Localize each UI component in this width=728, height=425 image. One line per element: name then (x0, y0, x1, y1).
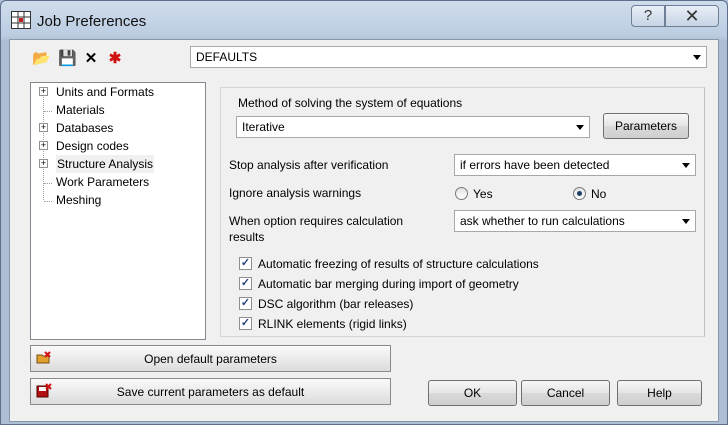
title-bar[interactable]: Job Preferences ? ✕ (1, 1, 727, 39)
save-default-label: Save current parameters as default (116, 385, 305, 399)
set-default-icon[interactable]: ✱ (106, 50, 124, 68)
auto-freezing-label: Automatic freezing of results of structu… (258, 257, 539, 271)
rlink-checkbox[interactable]: ✓ (239, 317, 252, 330)
tree-item-label: Materials (56, 103, 105, 117)
yes-radio[interactable] (455, 187, 468, 200)
save-default-button[interactable]: Save current parameters as default (30, 378, 391, 405)
stop-analysis-select[interactable]: if errors have been detected (454, 154, 696, 176)
ok-button[interactable]: OK (428, 380, 517, 406)
profile-select[interactable]: DEFAULTS (190, 46, 707, 68)
open-default-label: Open default parameters (144, 352, 277, 366)
expand-plus-icon[interactable]: + (39, 87, 48, 96)
save-disk-icon[interactable]: 💾 (58, 50, 77, 68)
tree-item-label: Work Parameters (56, 175, 150, 189)
rlink-label: RLINK elements (rigid links) (258, 317, 407, 331)
close-button[interactable]: ✕ (665, 5, 719, 27)
tree-item-label: Structure Analysis (56, 155, 155, 173)
requires-calc-select[interactable]: ask whether to run calculations (454, 210, 696, 232)
stop-analysis-value: if errors have been detected (460, 158, 610, 172)
tree-connector (44, 201, 52, 202)
job-preferences-window: Job Preferences ? ✕ 📂 💾 ✕ ✱ DEFAULTS + U… (0, 0, 728, 425)
tree-connector (44, 111, 52, 112)
parameters-button[interactable]: Parameters (603, 113, 689, 139)
window-title: Job Preferences (37, 13, 147, 30)
auto-freezing-checkbox[interactable]: ✓ (239, 257, 252, 270)
open-folder-icon[interactable]: 📂 (32, 50, 51, 68)
requires-calc-label-2: results (229, 230, 265, 244)
method-select[interactable]: Iterative (236, 116, 590, 138)
dialog-client-area: 📂 💾 ✕ ✱ DEFAULTS + Units and Formats Mat… (9, 39, 719, 422)
dsc-algorithm-checkbox[interactable]: ✓ (239, 297, 252, 310)
requires-calc-label: When option requires calculation (229, 214, 404, 228)
profile-select-value: DEFAULTS (196, 50, 258, 64)
dsc-algorithm-label: DSC algorithm (bar releases) (258, 297, 414, 311)
tree-item-label: Databases (56, 121, 114, 135)
expand-plus-icon[interactable]: + (39, 159, 48, 168)
open-default-button[interactable]: Open default parameters (30, 345, 391, 372)
bar-merging-label: Automatic bar merging during import of g… (258, 277, 519, 291)
yes-radio-label: Yes (473, 187, 493, 201)
tree-item-label: Design codes (56, 139, 129, 153)
tree-item-label: Units and Formats (56, 85, 155, 99)
no-radio[interactable] (573, 187, 586, 200)
no-radio-label: No (591, 187, 607, 201)
stop-analysis-label: Stop analysis after verification (229, 158, 389, 172)
tree-item-label: Meshing (56, 193, 102, 207)
help-button[interactable]: Help (617, 380, 702, 406)
expand-plus-icon[interactable]: + (39, 141, 48, 150)
expand-plus-icon[interactable]: + (39, 123, 48, 132)
chevron-down-icon (693, 55, 701, 60)
requires-calc-value: ask whether to run calculations (460, 214, 625, 228)
tree-connector (44, 183, 52, 184)
chevron-down-icon (682, 163, 690, 168)
chevron-down-icon (682, 219, 690, 224)
app-grid-icon (11, 11, 31, 29)
help-title-button[interactable]: ? (631, 5, 665, 27)
method-select-value: Iterative (242, 120, 285, 134)
cancel-button[interactable]: Cancel (521, 380, 610, 406)
delete-icon[interactable]: ✕ (82, 50, 100, 68)
ignore-warnings-label: Ignore analysis warnings (229, 186, 362, 200)
method-label: Method of solving the system of equation… (238, 96, 463, 110)
bar-merging-checkbox[interactable]: ✓ (239, 277, 252, 290)
preferences-tree[interactable]: + Units and Formats Materials + Database… (30, 82, 206, 340)
chevron-down-icon (576, 125, 584, 130)
